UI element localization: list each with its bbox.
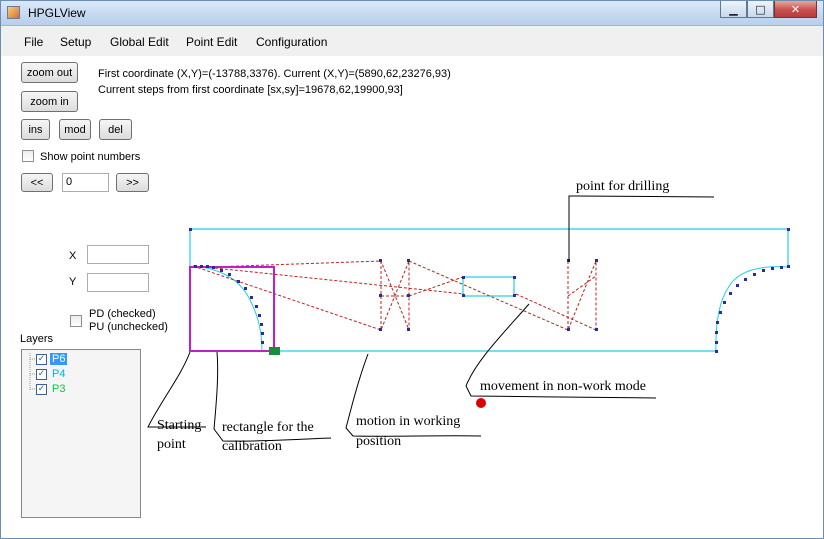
left-arc xyxy=(192,265,263,352)
close-icon[interactable]: ✕ xyxy=(774,1,817,18)
window-controls: ▁ □ ✕ xyxy=(720,1,817,19)
drawing-canvas[interactable]: point for drilling movement in non-work … xyxy=(1,56,823,538)
annotation-starting-2: point xyxy=(157,437,186,452)
annotation-calibration-1: rectangle for the xyxy=(222,420,314,435)
menu-bar: File Setup Global Edit Point Edit Config… xyxy=(1,26,823,56)
annotation-non-work: movement in non-work mode xyxy=(480,379,646,394)
main-panel: zoom out zoom in First coordinate (X,Y)=… xyxy=(1,56,823,538)
right-arc xyxy=(715,266,789,352)
maximize-icon[interactable]: □ xyxy=(747,1,774,18)
annotation-starting-1: Starting xyxy=(157,418,201,433)
menu-global-edit[interactable]: Global Edit xyxy=(110,35,169,49)
menu-configuration[interactable]: Configuration xyxy=(256,35,327,49)
point-markers xyxy=(189,228,790,353)
non-work-paths xyxy=(192,260,597,331)
annotation-calibration-2: calibration xyxy=(222,439,282,454)
menu-setup[interactable]: Setup xyxy=(60,35,91,49)
menu-point-edit[interactable]: Point Edit xyxy=(186,35,237,49)
annotation-lines xyxy=(147,195,715,442)
menu-file[interactable]: File xyxy=(24,35,43,49)
app-icon xyxy=(7,6,20,19)
title-bar: HPGLView ▁ □ ✕ xyxy=(1,1,823,26)
non-work-mode-dot xyxy=(476,398,486,408)
annotation-working-2: position xyxy=(356,434,401,449)
minimize-icon[interactable]: ▁ xyxy=(720,1,747,18)
current-position-marker xyxy=(269,347,280,355)
window-title: HPGLView xyxy=(28,6,86,20)
part-outline xyxy=(189,228,789,352)
annotation-drilling: point for drilling xyxy=(576,179,669,194)
app-window: HPGLView ▁ □ ✕ File Setup Global Edit Po… xyxy=(0,0,824,539)
center-pocket xyxy=(462,276,515,297)
annotation-working-1: motion in working xyxy=(356,414,460,429)
